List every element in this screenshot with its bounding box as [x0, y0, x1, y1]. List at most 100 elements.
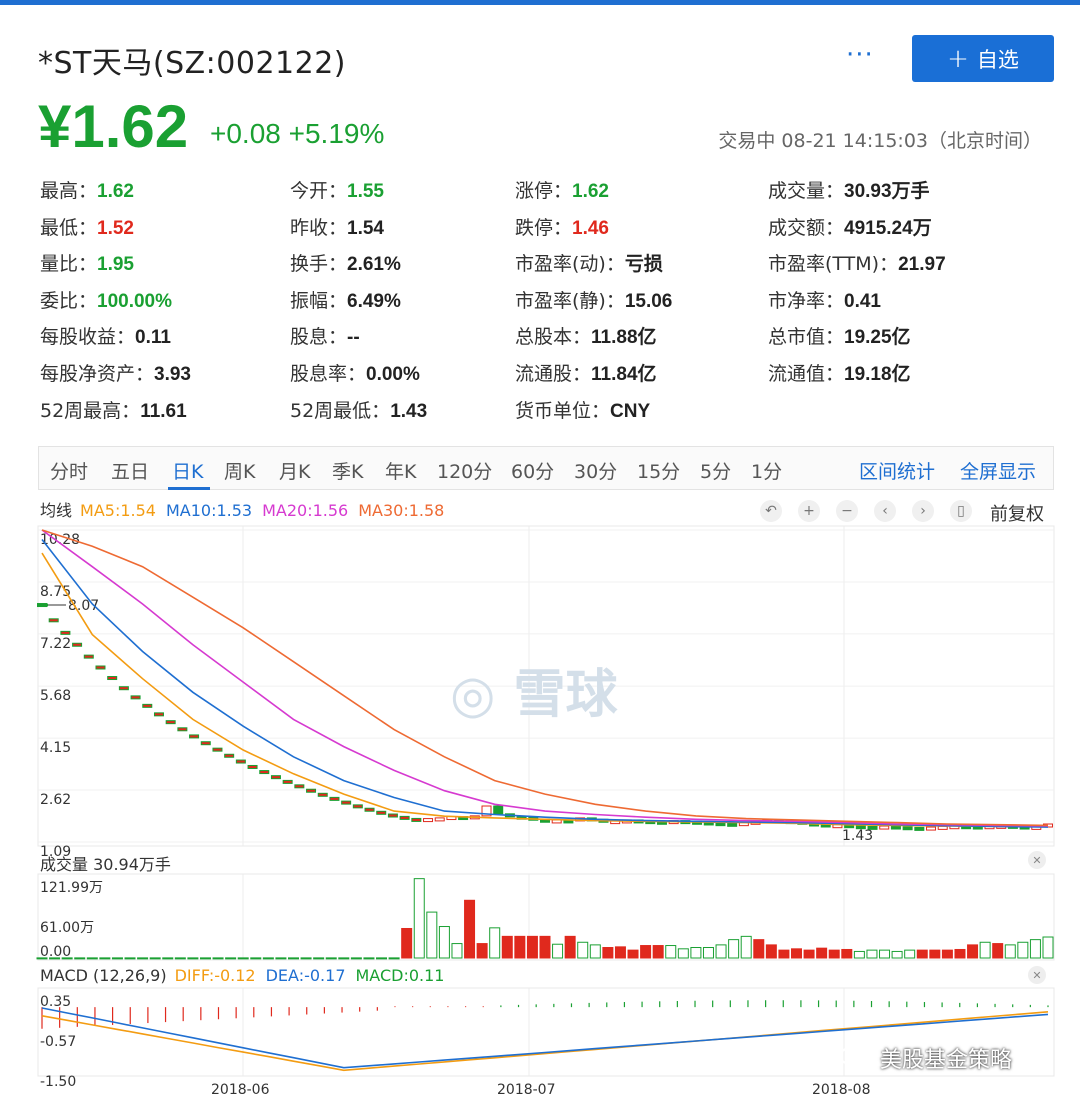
volume-bar [61, 957, 73, 960]
candle [575, 817, 586, 822]
ma_legend-item: MA10:1.53 [165, 501, 253, 520]
volume-bar [841, 948, 853, 959]
tab-6[interactable]: 年K [385, 457, 416, 484]
stat-label: 今开： [290, 180, 348, 202]
stat-label: 昨收： [290, 216, 348, 239]
candle [692, 820, 703, 825]
tab-2[interactable]: 日K [172, 457, 203, 484]
ma-line-ma5 [41, 552, 1049, 828]
fuquan-toggle[interactable]: 前复权 [990, 500, 1044, 526]
candle [610, 820, 621, 825]
more-options-button[interactable]: ··· [846, 40, 874, 70]
add-watchlist-button[interactable]: + 自选 [912, 35, 1054, 82]
volume-bar [589, 944, 601, 959]
volume-bar [778, 949, 790, 959]
max-marker [38, 603, 48, 607]
date-tick-label: 2018-07 [497, 1082, 556, 1098]
volume-bar [740, 935, 752, 959]
stat-item: 市盈率(动)：亏损 [515, 249, 663, 276]
stat-item: 股息率：0.00% [290, 359, 420, 386]
price-tick-label: 7.22 [40, 636, 71, 652]
volume-bar [174, 957, 186, 960]
volume-bar [489, 927, 501, 959]
tab-0[interactable]: 分时 [50, 457, 88, 484]
zoom-out-icon[interactable]: − [836, 500, 858, 522]
close-macd-icon[interactable]: ✕ [1028, 966, 1046, 984]
stat-label: 市盈率(TTM)： [768, 253, 899, 276]
volume-bar [111, 957, 123, 960]
tab-12[interactable]: 1分 [751, 457, 782, 484]
candle [727, 822, 738, 827]
candle-type-icon[interactable]: ▯ [950, 500, 972, 522]
volume-bar [1004, 944, 1016, 959]
candle [107, 676, 118, 681]
stat-item: 换手：2.61% [290, 249, 401, 276]
stat-label: 最低： [40, 216, 98, 239]
stat-label: 总股本： [515, 326, 592, 349]
tab-7[interactable]: 120分 [437, 457, 492, 484]
stat-value: 1.55 [347, 181, 384, 202]
candle [189, 734, 200, 739]
candle [423, 818, 434, 823]
stat-label: 换手： [290, 253, 348, 276]
stat-item: 跌停：1.46 [515, 213, 609, 240]
price-change: +0.08 +5.19% [210, 118, 385, 149]
volume-tick-label: 0.00 [40, 944, 71, 960]
stat-label: 量比： [40, 253, 98, 276]
candle [247, 764, 258, 769]
volume-bar [728, 939, 740, 959]
undo-icon[interactable]: ↶ [760, 500, 782, 522]
candle [750, 820, 761, 825]
close-volume-icon[interactable]: ✕ [1028, 851, 1046, 869]
chevron-right-icon[interactable]: › [912, 500, 934, 522]
tab-11[interactable]: 5分 [700, 457, 731, 484]
chevron-left-icon[interactable]: ‹ [874, 500, 896, 522]
stat-item: 总市值：19.25亿 [768, 322, 911, 349]
wechat-icon [840, 1046, 873, 1070]
volume-bar [401, 927, 413, 959]
zoom-in-icon[interactable]: + [798, 500, 820, 522]
tab-5[interactable]: 季K [332, 457, 363, 484]
volume-bar [300, 957, 312, 960]
volume-bar [753, 939, 765, 959]
stock-title: *ST天马(SZ:002122) [38, 46, 346, 81]
tab-4[interactable]: 月K [279, 457, 310, 484]
candle [937, 825, 948, 830]
stat-label: 股息率： [290, 363, 367, 385]
volume-bar [74, 957, 86, 960]
candle [879, 825, 890, 830]
volume-bar [325, 957, 337, 960]
tab-8[interactable]: 60分 [511, 457, 554, 484]
volume-bar [992, 943, 1004, 959]
date-tick-label: 2018-08 [812, 1082, 871, 1098]
volume-bar [816, 947, 828, 959]
stat-value: 0.00% [366, 364, 420, 385]
range-stats-link[interactable]: 区间统计 [859, 457, 935, 484]
stat-label: 涨停： [515, 180, 573, 202]
candle [212, 747, 223, 752]
candle [809, 822, 820, 827]
candle [72, 642, 83, 647]
tab-9[interactable]: 30分 [574, 457, 617, 484]
volume-bar [514, 935, 526, 959]
tab-3[interactable]: 周K [224, 457, 255, 484]
candle [1007, 824, 1018, 829]
candle [703, 821, 714, 826]
volume-bar [1042, 936, 1054, 959]
ma_legend-item: MA30:1.58 [358, 501, 445, 520]
tab-1[interactable]: 五日 [111, 457, 149, 484]
candle [376, 810, 387, 815]
ma_legend-item: MA20:1.56 [262, 501, 349, 520]
stat-value: 21.97 [898, 254, 946, 276]
candle [83, 654, 94, 659]
ma-line-ma20 [41, 529, 1049, 827]
candle [516, 815, 527, 820]
candle [130, 695, 141, 700]
fullscreen-link[interactable]: 全屏显示 [960, 457, 1036, 484]
tab-10[interactable]: 15分 [637, 457, 680, 484]
candle [458, 816, 469, 821]
volume-bar [426, 911, 438, 959]
volume-bar [350, 957, 362, 960]
stat-item: 今开：1.55 [290, 176, 384, 203]
stat-value: 2.61% [347, 254, 401, 276]
